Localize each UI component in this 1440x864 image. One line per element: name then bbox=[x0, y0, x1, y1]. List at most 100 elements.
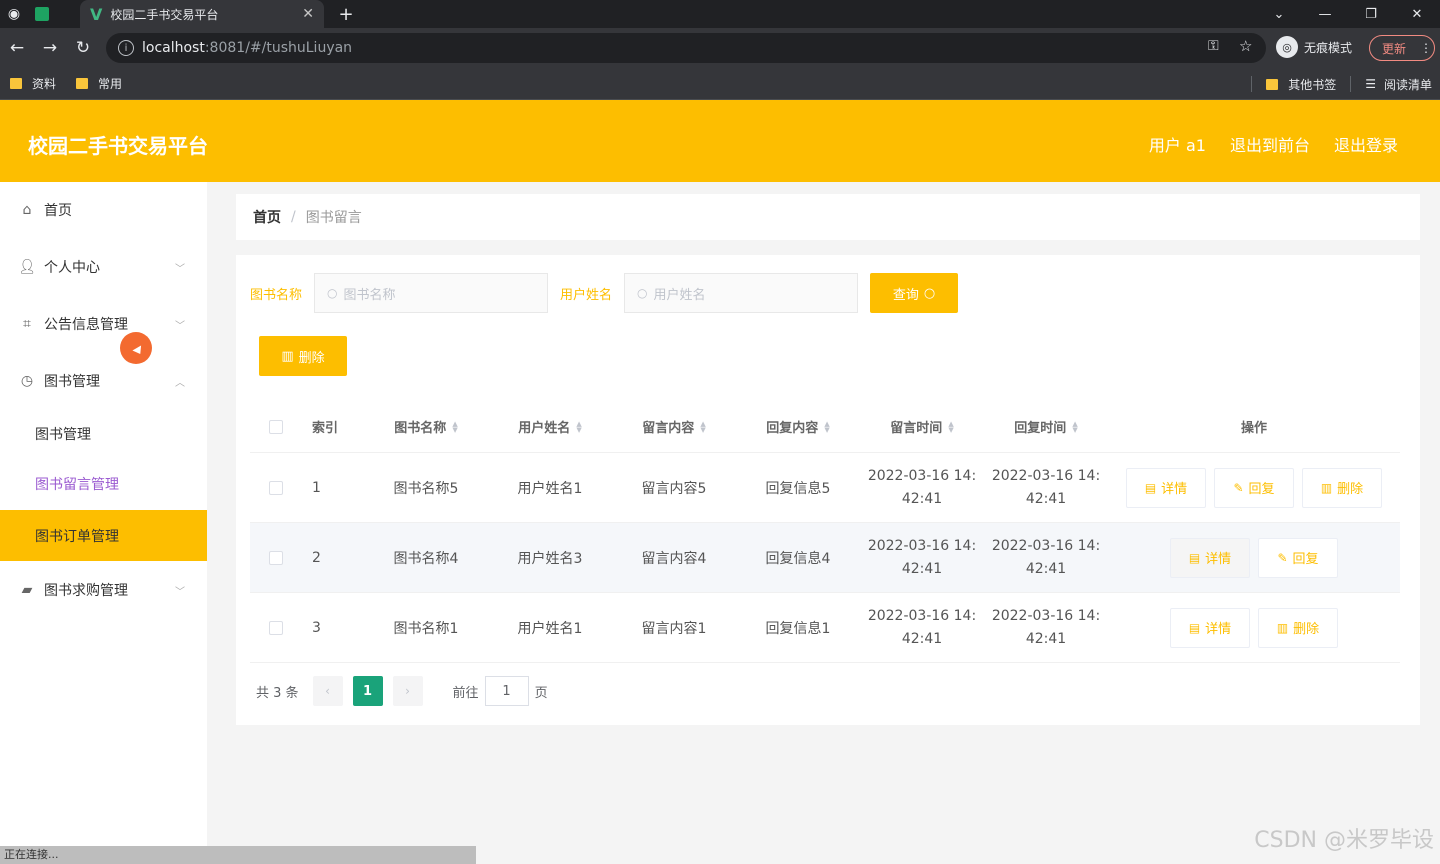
time-date: 2022-03-16 14: bbox=[991, 607, 1101, 624]
cell-reply: 回复信息1 bbox=[765, 620, 831, 637]
query-label: 查询 bbox=[892, 287, 919, 303]
row-checkbox[interactable] bbox=[269, 550, 283, 565]
site-info-icon[interactable]: i bbox=[118, 40, 134, 56]
detail-button[interactable]: ▤ 详情 bbox=[1170, 537, 1250, 578]
delete-button[interactable]: ▥ 删除 bbox=[1258, 607, 1338, 648]
new-tab-icon[interactable]: + bbox=[336, 2, 356, 26]
window-close-icon[interactable]: ✕ bbox=[1394, 0, 1440, 28]
bookmark-label: 资料 bbox=[32, 77, 57, 91]
time-clock: 42:41 bbox=[901, 560, 943, 577]
app-title: 校园二手书交易平台 bbox=[28, 134, 208, 158]
batch-delete-button[interactable]: ▥ 删除 bbox=[259, 336, 347, 376]
tab-close-icon[interactable]: ✕ bbox=[302, 6, 314, 22]
column-header-label: 留言时间 bbox=[890, 421, 943, 436]
tab-title: 校园二手书交易平台 bbox=[110, 7, 219, 22]
cell-reply: 回复信息4 bbox=[765, 550, 831, 567]
sort-icon[interactable]: ▲ ▼ bbox=[576, 420, 581, 433]
sort-icon[interactable]: ▲ ▼ bbox=[1072, 420, 1077, 433]
cell-message: 留言内容5 bbox=[641, 480, 707, 497]
cell-book: 图书名称5 bbox=[393, 480, 459, 497]
update-button[interactable]: 更新 ⋮ bbox=[1369, 35, 1435, 61]
back-icon[interactable]: ← bbox=[1, 32, 33, 64]
restore-icon[interactable]: ❐ bbox=[1348, 0, 1394, 28]
table-header: 索引 图书名称 ▲ ▼ 用户姓名 ▲ ▼ 留言内容 ▲ ▼ 回复内容 ▲ ▼ 留言时间 ▲ ▼ 回复… bbox=[250, 401, 1400, 453]
browser-tab[interactable]: V 校园二手书交易平台 ✕ bbox=[80, 0, 324, 28]
query-button[interactable]: 查询 ○ bbox=[870, 273, 959, 313]
column-header-label: 回复时间 bbox=[1014, 421, 1067, 436]
tab-search-icon[interactable]: ⌄ bbox=[1256, 0, 1302, 28]
reading-list[interactable]: ☰ 阅读清单 bbox=[1365, 76, 1432, 93]
sidebar-item-notice[interactable]: ⌗ 公告信息管理 ﹀ bbox=[0, 314, 207, 334]
sidebar-subitem-books[interactable]: 图书管理 bbox=[0, 414, 207, 454]
address-bar[interactable]: i localhost:8081/#/tushuLiuyan bbox=[106, 33, 1266, 63]
more-icon[interactable]: ⋮ bbox=[1420, 41, 1432, 55]
app-shortcut-icon[interactable] bbox=[28, 0, 56, 28]
bookmark-folder-1[interactable]: 常用 bbox=[76, 75, 122, 92]
time-date: 2022-03-16 14: bbox=[867, 537, 977, 554]
sidebar-item-book-management[interactable]: ◷ 图书管理 ︿ bbox=[0, 371, 207, 391]
reply-button[interactable]: ✎ 回复 bbox=[1258, 537, 1338, 578]
row-checkbox[interactable] bbox=[269, 620, 283, 635]
sort-icon[interactable]: ▲ ▼ bbox=[948, 420, 953, 433]
cell-message-time: 2022-03-16 14: 42:41 bbox=[860, 605, 984, 651]
browser-tab-bar: ◉ V 校园二手书交易平台 ✕ + ⌄ — ❐ ✕ bbox=[0, 0, 1440, 28]
chevron-down-icon: ﹀ bbox=[175, 320, 185, 332]
edit-icon: ✎ bbox=[1233, 480, 1244, 495]
delete-button[interactable]: ▥ 删除 bbox=[1302, 467, 1382, 508]
minimize-icon[interactable]: — bbox=[1302, 0, 1348, 28]
key-icon[interactable]: ⚿ bbox=[1208, 38, 1219, 54]
row-checkbox[interactable] bbox=[269, 480, 283, 495]
document-icon: ▤ bbox=[1144, 480, 1157, 495]
column-header-user[interactable]: 用户姓名 ▲ ▼ bbox=[488, 417, 612, 436]
user-name-input[interactable]: ○ 用户姓名 bbox=[624, 273, 859, 313]
goto-page-input[interactable]: 1 bbox=[484, 676, 529, 706]
sidebar-subitem-book-messages[interactable]: 图书留言管理 bbox=[0, 464, 207, 504]
prev-page-icon[interactable]: ‹ bbox=[312, 676, 343, 706]
breadcrumb-home[interactable]: 首页 bbox=[253, 207, 281, 227]
sort-icon[interactable]: ▲ ▼ bbox=[700, 420, 705, 433]
reply-label: 回复 bbox=[1292, 552, 1319, 567]
header-nav: 用户 a1 退出到前台 退出登录 bbox=[1149, 132, 1398, 156]
current-user: 用户 a1 bbox=[1148, 136, 1206, 155]
book-name-input[interactable]: ○ 图书名称 bbox=[314, 273, 549, 313]
detail-button[interactable]: ▤ 详情 bbox=[1126, 467, 1206, 508]
column-header-book[interactable]: 图书名称 ▲ ▼ bbox=[364, 417, 488, 436]
chevron-down-icon: ﹀ bbox=[175, 586, 185, 598]
select-all-checkbox[interactable] bbox=[269, 419, 283, 434]
logout-link[interactable]: 退出登录 bbox=[1334, 132, 1398, 156]
column-header-reply[interactable]: 回复内容 ▲ ▼ bbox=[736, 417, 860, 436]
forward-icon[interactable]: → bbox=[34, 32, 66, 64]
sidebar-item-book-purchase[interactable]: ▰ 图书求购管理 ﹀ bbox=[0, 580, 207, 600]
sort-icon[interactable]: ▲ ▼ bbox=[824, 420, 829, 433]
back-to-frontend-link[interactable]: 退出到前台 bbox=[1230, 132, 1310, 156]
reply-button[interactable]: ✎ 回复 bbox=[1214, 467, 1294, 508]
next-page-icon[interactable]: › bbox=[392, 676, 423, 706]
page-suffix: 页 bbox=[534, 685, 548, 701]
folder-icon bbox=[76, 78, 89, 89]
cell-reply-time: 2022-03-16 14: 42:41 bbox=[984, 465, 1108, 511]
sidebar-item-home[interactable]: ⌂ 首页 bbox=[0, 200, 207, 220]
column-header-reply-time[interactable]: 回复时间 ▲ ▼ bbox=[984, 417, 1108, 436]
sidebar-item-label: 个人中心 bbox=[44, 260, 100, 276]
other-bookmarks[interactable]: 其他书签 bbox=[1266, 76, 1336, 93]
page-number-active[interactable]: 1 bbox=[352, 676, 383, 706]
cell-index: 1 bbox=[312, 479, 321, 496]
bookmark-folder-0[interactable]: 资料 bbox=[10, 75, 56, 92]
column-header-message-time[interactable]: 留言时间 ▲ ▼ bbox=[860, 417, 984, 436]
sidebar-item-personal-center[interactable]: 👤︎ 个人中心 ﹀ bbox=[0, 257, 207, 277]
pagination: 共 3 条 ‹ 1 › 前往 1 页 bbox=[256, 676, 548, 706]
incognito-indicator[interactable]: ◎ 无痕模式 bbox=[1276, 36, 1352, 58]
reply-label: 回复 bbox=[1248, 482, 1275, 497]
app-header: 校园二手书交易平台 用户 a1 退出到前台 退出登录 bbox=[0, 100, 1440, 182]
column-header-message[interactable]: 留言内容 ▲ ▼ bbox=[612, 417, 736, 436]
sidebar-subitem-book-orders[interactable]: 图书订单管理 bbox=[0, 510, 207, 561]
cell-index: 2 bbox=[312, 549, 321, 566]
bookmark-star-icon[interactable]: ☆ bbox=[1239, 37, 1252, 55]
column-header-actions: 操作 bbox=[1240, 421, 1267, 436]
browser-menu-icon[interactable]: ◉ bbox=[0, 0, 28, 28]
detail-button[interactable]: ▤ 详情 bbox=[1170, 607, 1250, 648]
reload-icon[interactable]: ↻ bbox=[67, 32, 99, 64]
sort-icon[interactable]: ▲ ▼ bbox=[452, 420, 457, 433]
book-name-label: 图书名称 bbox=[250, 287, 303, 303]
messages-table: 索引 图书名称 ▲ ▼ 用户姓名 ▲ ▼ 留言内容 ▲ ▼ 回复内容 ▲ ▼ 留言时间 ▲ ▼ 回复… bbox=[250, 401, 1400, 663]
